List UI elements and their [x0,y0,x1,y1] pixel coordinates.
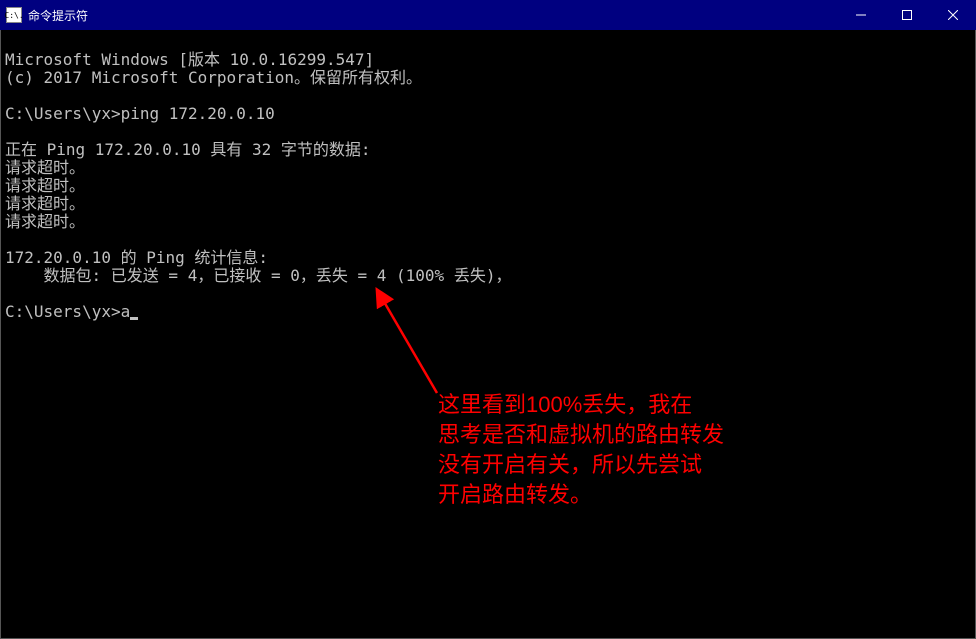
text-cursor [130,317,138,320]
maximize-icon [902,10,912,20]
terminal-line: 请求超时。 [5,195,971,213]
minimize-icon [856,10,866,20]
minimize-button[interactable] [838,0,884,30]
window-controls [838,0,976,30]
terminal-input[interactable]: a [121,302,131,321]
terminal-line: 请求超时。 [5,213,971,231]
close-button[interactable] [930,0,976,30]
terminal-line: 请求超时。 [5,159,971,177]
terminal-prompt: C:\Users\yx> [5,302,121,321]
terminal-line: C:\Users\yx>ping 172.20.0.10 [5,105,971,123]
app-icon: C:\. [6,7,22,23]
terminal-line [5,87,971,105]
maximize-button[interactable] [884,0,930,30]
terminal-line: 请求超时。 [5,177,971,195]
titlebar-left: C:\. 命令提示符 [0,7,88,24]
terminal-line [5,285,971,303]
terminal-line: 正在 Ping 172.20.0.10 具有 32 字节的数据: [5,141,971,159]
terminal-line: (c) 2017 Microsoft Corporation。保留所有权利。 [5,69,971,87]
terminal-line: Microsoft Windows [版本 10.0.16299.547] [5,51,971,69]
terminal-line: 数据包: 已发送 = 4，已接收 = 0，丢失 = 4 (100% 丢失)， [5,267,971,285]
window-title: 命令提示符 [28,7,88,24]
terminal-output[interactable]: Microsoft Windows [版本 10.0.16299.547](c)… [0,30,976,639]
terminal-line [5,231,971,249]
close-icon [948,10,958,20]
terminal-line: 172.20.0.10 的 Ping 统计信息: [5,249,971,267]
window-titlebar: C:\. 命令提示符 [0,0,976,30]
terminal-line [5,123,971,141]
